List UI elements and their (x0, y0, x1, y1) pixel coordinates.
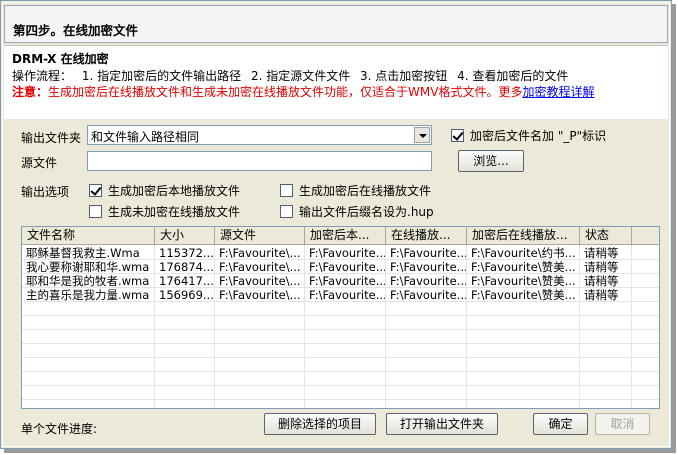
source-file-label: 源文件 (21, 156, 58, 170)
output-options-label: 输出选项 (21, 185, 70, 199)
grid-line (22, 357, 659, 358)
cell-encrypted-local: F:\Favourite... (309, 288, 385, 302)
step-4: 4. 查看加密后的文件 (457, 69, 569, 83)
step-2: 2. 指定源文件文件 (250, 69, 351, 83)
table-row[interactable]: 耶稣基督我救主.Wma 115372... F:\Favourite\... F… (22, 246, 659, 260)
cell-encrypted-online: F:\Favourite\赞美... (471, 260, 576, 274)
cell-online-play: F:\Favourite... (390, 274, 466, 288)
cell-online-play: F:\Favourite... (390, 260, 466, 274)
grid-line (22, 343, 659, 344)
cell-source: F:\Favourite\... (219, 274, 301, 288)
step-header: 第四步。在线加密文件 (4, 5, 668, 43)
steps-line: 操作流程： 1. 指定加密后的文件输出路径 2. 指定源文件文件 3. 点击加密… (12, 67, 574, 84)
cell-filename: 我心要称谢耶和华.wma (26, 260, 150, 274)
table-header: 文件名称 大小 源文件 加密后本... 在线播放... 加密后在线播放... 状… (22, 227, 659, 245)
step-1: 1. 指定加密后的文件输出路径 (81, 69, 242, 83)
cell-size: 156969... (159, 288, 214, 302)
output-folder-label: 输出文件夹 (21, 131, 82, 145)
cell-online-play: F:\Favourite... (390, 246, 466, 260)
add-p-suffix-box[interactable] (451, 129, 464, 142)
option-local-encrypted[interactable]: 生成加密后本地播放文件 (89, 182, 240, 199)
cell-status: 请稍等 (584, 288, 619, 302)
file-table[interactable]: 文件名称 大小 源文件 加密后本... 在线播放... 加密后在线播放... 状… (21, 226, 660, 409)
dialog-window: 第四步。在线加密文件 DRM-X 在线加密 操作流程： 1. 指定加密后的文件输… (0, 0, 672, 449)
note-label: 注意： (12, 85, 49, 99)
source-file-input[interactable] (87, 151, 432, 171)
cell-status: 请稍等 (584, 274, 619, 288)
add-p-suffix-checkbox[interactable]: 加密后文件名加 "_P"标识 (451, 127, 606, 144)
option-online-encrypted-box[interactable] (280, 184, 293, 197)
cell-size: 115372... (159, 246, 214, 260)
add-p-suffix-label: 加密后文件名加 "_P"标识 (470, 129, 607, 143)
cell-encrypted-local: F:\Favourite... (309, 260, 385, 274)
col-filename[interactable]: 文件名称 (22, 227, 155, 244)
cell-encrypted-local: F:\Favourite... (309, 274, 385, 288)
grid-line (22, 329, 659, 330)
cell-source: F:\Favourite\... (219, 246, 301, 260)
table-row[interactable]: 耶和华是我的牧者.wma 176417... F:\Favourite\... … (22, 274, 659, 288)
option-hup-suffix-label: 输出文件后缀名设为.hup (299, 205, 434, 219)
col-encrypted-local[interactable]: 加密后本... (305, 227, 386, 244)
step-title: 第四步。在线加密文件 (13, 23, 139, 38)
option-online-encrypted[interactable]: 生成加密后在线播放文件 (280, 182, 431, 199)
cell-encrypted-online: F:\Favourite\赞美... (471, 288, 576, 302)
output-folder-value: 和文件输入路径相同 (91, 130, 200, 144)
col-online-play[interactable]: 在线播放... (386, 227, 467, 244)
steps-label: 操作流程： (12, 69, 73, 83)
note-text: 生成加密后在线播放文件和生成未加密在线播放文件功能，仅适合于WMV格式文件。更多 (48, 85, 523, 99)
grid-line (22, 371, 659, 372)
col-status[interactable]: 状态 (580, 227, 632, 244)
cell-filename: 耶稣基督我救主.Wma (26, 246, 140, 260)
note-line: 注意：生成加密后在线播放文件和生成未加密在线播放文件功能，仅适合于WMV格式文件… (12, 83, 594, 100)
cell-source: F:\Favourite\... (219, 288, 301, 302)
cell-source: F:\Favourite\... (219, 260, 301, 274)
browse-button[interactable]: 浏览... (458, 150, 524, 172)
col-encrypted-online[interactable]: 加密后在线播放... (467, 227, 580, 244)
col-size[interactable]: 大小 (155, 227, 215, 244)
tutorial-link[interactable]: 加密教程详解 (522, 85, 594, 99)
table-row[interactable]: 主的喜乐是我力量.wma 156969... F:\Favourite\... … (22, 288, 659, 302)
open-output-folder-button[interactable]: 打开输出文件夹 (386, 413, 498, 435)
option-online-encrypted-label: 生成加密后在线播放文件 (299, 184, 432, 198)
ok-button[interactable]: 确定 (533, 413, 588, 435)
cell-status: 请稍等 (584, 260, 619, 274)
option-hup-suffix-box[interactable] (280, 205, 293, 218)
delete-selected-button[interactable]: 删除选择的项目 (264, 413, 376, 435)
info-heading: DRM-X 在线加密 (12, 52, 109, 66)
grid-line (22, 385, 659, 386)
info-panel: DRM-X 在线加密 操作流程： 1. 指定加密后的文件输出路径 2. 指定源文… (4, 45, 668, 119)
cancel-button: 取消 (595, 413, 650, 435)
col-source[interactable]: 源文件 (215, 227, 305, 244)
cell-online-play: F:\Favourite... (390, 288, 466, 302)
chevron-down-icon[interactable] (414, 127, 430, 143)
option-online-unencrypted[interactable]: 生成未加密在线播放文件 (89, 203, 240, 220)
grid-line (22, 399, 659, 400)
cell-encrypted-online: F:\Favourite\约书... (471, 246, 576, 260)
cell-encrypted-online: F:\Favourite\赞美... (471, 274, 576, 288)
option-local-encrypted-box[interactable] (89, 184, 102, 197)
step-3: 3. 点击加密按钮 (360, 69, 448, 83)
cell-encrypted-local: F:\Favourite... (309, 246, 385, 260)
option-online-unencrypted-box[interactable] (89, 205, 102, 218)
table-row[interactable]: 我心要称谢耶和华.wma 176874... F:\Favourite\... … (22, 260, 659, 274)
option-online-unencrypted-label: 生成未加密在线播放文件 (108, 205, 241, 219)
option-local-encrypted-label: 生成加密后本地播放文件 (108, 184, 241, 198)
grid-line (22, 315, 659, 316)
output-folder-select[interactable]: 和文件输入路径相同 (87, 125, 432, 145)
cell-size: 176874... (159, 260, 214, 274)
cell-filename: 主的喜乐是我力量.wma (26, 288, 150, 302)
cell-filename: 耶和华是我的牧者.wma (26, 274, 150, 288)
cell-status: 请稍等 (584, 246, 619, 260)
cell-size: 176417... (159, 274, 214, 288)
progress-label: 单个文件进度: (21, 422, 98, 436)
option-hup-suffix[interactable]: 输出文件后缀名设为.hup (280, 203, 434, 220)
